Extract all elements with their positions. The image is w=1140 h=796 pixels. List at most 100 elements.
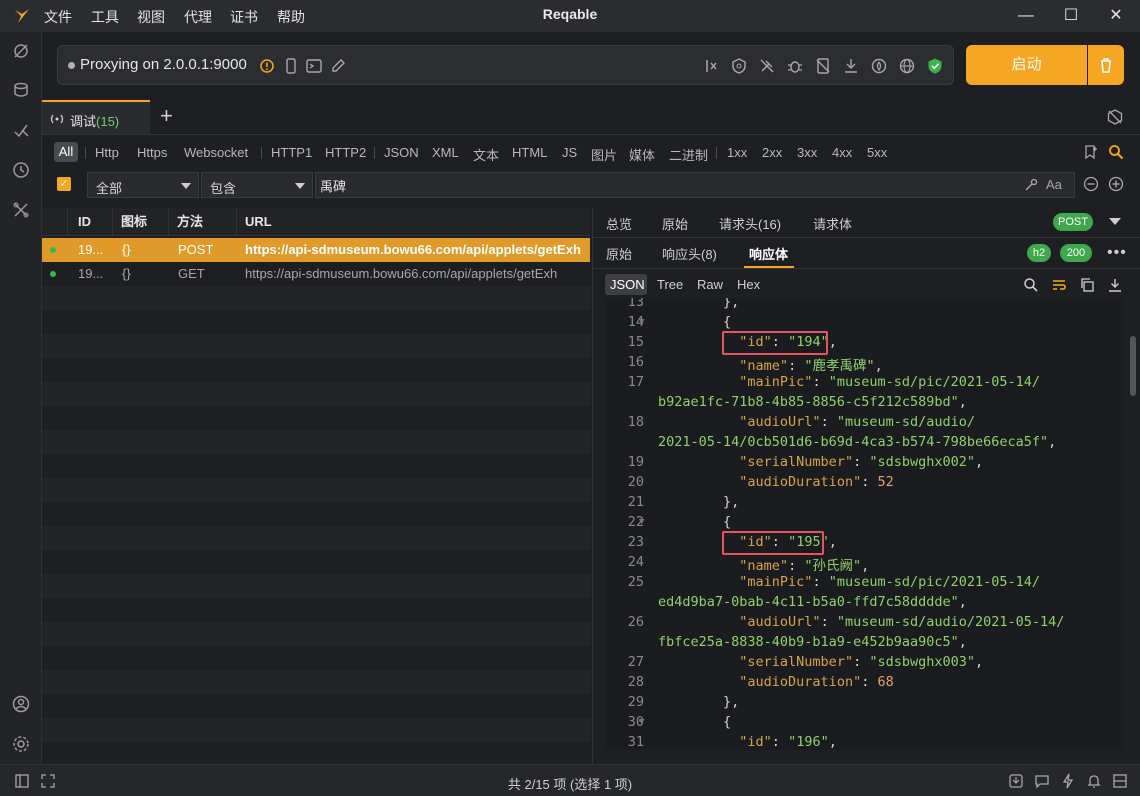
menu-file[interactable]: 文件 bbox=[44, 7, 72, 27]
search-icon[interactable] bbox=[1108, 144, 1124, 160]
view-tree[interactable]: Tree bbox=[657, 277, 683, 292]
view-raw[interactable]: Raw bbox=[697, 277, 723, 292]
tab-debug[interactable]: 调试(15) bbox=[42, 100, 150, 134]
capture-icon[interactable] bbox=[11, 41, 31, 61]
scope-select[interactable]: 全部 bbox=[87, 172, 199, 198]
fold-icon[interactable]: ▼ bbox=[639, 517, 644, 527]
filter-http[interactable]: Http bbox=[95, 145, 119, 160]
search-input[interactable] bbox=[315, 172, 1075, 198]
globe-icon[interactable] bbox=[898, 57, 916, 75]
chat-icon[interactable] bbox=[1034, 773, 1050, 789]
history-icon[interactable] bbox=[11, 160, 31, 180]
scrollbar-thumb[interactable] bbox=[1130, 336, 1136, 396]
menu-view[interactable]: 视图 bbox=[137, 7, 165, 27]
bug-icon[interactable] bbox=[786, 57, 804, 75]
tab-response-raw[interactable]: 原始 bbox=[606, 244, 632, 263]
filter-https[interactable]: Https bbox=[137, 145, 167, 160]
trash-icon[interactable] bbox=[1088, 45, 1124, 85]
filter-3xx[interactable]: 3xx bbox=[797, 145, 817, 160]
edit-icon[interactable] bbox=[329, 57, 347, 75]
filter-all[interactable]: All bbox=[54, 142, 78, 162]
copy-icon[interactable] bbox=[1079, 277, 1095, 293]
close-icon[interactable]: ✕ bbox=[1099, 4, 1133, 28]
menu-certificate[interactable]: 证书 bbox=[230, 7, 258, 27]
wrap-icon[interactable] bbox=[1051, 277, 1067, 293]
account-icon[interactable] bbox=[11, 694, 31, 714]
database-icon[interactable] bbox=[11, 80, 31, 100]
import-icon[interactable] bbox=[1008, 773, 1024, 789]
start-button[interactable]: 启动 bbox=[966, 45, 1087, 85]
table-row[interactable]: 19... {} POST https://api-sdmuseum.bowu6… bbox=[42, 238, 590, 262]
view-json[interactable]: JSON bbox=[605, 274, 647, 295]
filter-1xx[interactable]: 1xx bbox=[727, 145, 747, 160]
filter-text[interactable]: 文本 bbox=[473, 145, 499, 164]
breakpoint-icon[interactable] bbox=[702, 57, 720, 75]
tab-overview[interactable]: 总览 bbox=[606, 214, 632, 233]
terminal-icon[interactable] bbox=[305, 57, 323, 75]
filter-5xx[interactable]: 5xx bbox=[867, 145, 887, 160]
line-number: 21 bbox=[627, 494, 644, 510]
fold-icon[interactable]: ▼ bbox=[639, 717, 644, 727]
rewrite-off-icon[interactable] bbox=[758, 57, 776, 75]
download-icon[interactable] bbox=[1107, 277, 1123, 293]
filter-websocket[interactable]: Websocket bbox=[184, 145, 248, 160]
maximize-icon[interactable]: ☐ bbox=[1054, 4, 1088, 28]
download-icon[interactable] bbox=[842, 57, 860, 75]
json-code-viewer[interactable]: 13 }, 14 ▼ {15 "id": "194", 16 "name": "鹿孝禹… bbox=[606, 298, 1124, 750]
divider bbox=[716, 147, 717, 159]
tab-request-body[interactable]: 请求体 bbox=[813, 214, 852, 233]
toolbox-icon[interactable] bbox=[11, 200, 31, 220]
filter-4xx[interactable]: 4xx bbox=[832, 145, 852, 160]
script-off-icon[interactable] bbox=[814, 57, 832, 75]
menu-tools[interactable]: 工具 bbox=[91, 7, 119, 27]
tab-response-body[interactable]: 响应体 bbox=[749, 244, 788, 263]
filter-js[interactable]: JS bbox=[562, 145, 577, 160]
bookmark-icon[interactable] bbox=[1083, 144, 1099, 160]
match-mode-select[interactable]: 包含 bbox=[201, 172, 313, 198]
menu-proxy[interactable]: 代理 bbox=[184, 7, 212, 27]
filter-http1[interactable]: HTTP1 bbox=[271, 145, 312, 160]
search-icon[interactable] bbox=[1023, 277, 1039, 293]
filter-json[interactable]: JSON bbox=[384, 145, 419, 160]
column-header-method[interactable]: 方法 bbox=[177, 208, 203, 236]
clear-icon[interactable] bbox=[1106, 108, 1124, 126]
warning-icon[interactable] bbox=[258, 57, 276, 75]
filter-xml[interactable]: XML bbox=[432, 145, 459, 160]
remove-filter-icon[interactable] bbox=[1083, 176, 1099, 192]
filter-2xx[interactable]: 2xx bbox=[762, 145, 782, 160]
mobile-icon[interactable] bbox=[282, 57, 300, 75]
filter-checkbox[interactable]: ✓ bbox=[57, 177, 71, 191]
menu-help[interactable]: 帮助 bbox=[277, 7, 305, 27]
row-method: POST bbox=[178, 242, 214, 257]
more-icon[interactable]: ••• bbox=[1107, 244, 1127, 262]
filter-http2[interactable]: HTTP2 bbox=[325, 145, 366, 160]
bell-icon[interactable] bbox=[1086, 773, 1102, 789]
add-tab-icon[interactable]: + bbox=[160, 105, 180, 127]
filter-binary[interactable]: 二进制 bbox=[669, 145, 708, 164]
tab-request-headers[interactable]: 请求头(16) bbox=[719, 214, 781, 233]
ssl-icon[interactable] bbox=[730, 57, 748, 75]
throttle-icon[interactable] bbox=[870, 57, 888, 75]
flash-icon[interactable] bbox=[1060, 773, 1076, 789]
column-header-url[interactable]: URL bbox=[245, 208, 272, 236]
filter-media[interactable]: 媒体 bbox=[629, 145, 655, 164]
view-hex[interactable]: Hex bbox=[737, 277, 760, 292]
chevron-down-icon[interactable] bbox=[1109, 218, 1121, 225]
regex-icon[interactable] bbox=[1024, 178, 1038, 192]
script-icon[interactable] bbox=[11, 120, 31, 140]
column-header-icon[interactable]: 图标 bbox=[121, 208, 147, 236]
filter-html[interactable]: HTML bbox=[512, 145, 547, 160]
case-sensitive-toggle[interactable]: Aa bbox=[1046, 177, 1062, 192]
column-header-id[interactable]: ID bbox=[78, 208, 91, 236]
tab-response-headers[interactable]: 响应头(8) bbox=[662, 244, 717, 263]
shield-check-icon[interactable] bbox=[926, 57, 944, 75]
layout-icon[interactable] bbox=[1112, 773, 1128, 789]
minimize-icon[interactable]: — bbox=[1009, 4, 1043, 28]
chevron-down-icon bbox=[181, 183, 191, 189]
filter-image[interactable]: 图片 bbox=[591, 145, 617, 164]
settings-icon[interactable] bbox=[11, 734, 31, 754]
table-row[interactable]: 19... {} GET https://api-sdmuseum.bowu66… bbox=[42, 262, 590, 286]
tab-request-raw[interactable]: 原始 bbox=[662, 214, 688, 233]
fold-icon[interactable]: ▼ bbox=[639, 317, 644, 327]
add-filter-icon[interactable] bbox=[1108, 176, 1124, 192]
